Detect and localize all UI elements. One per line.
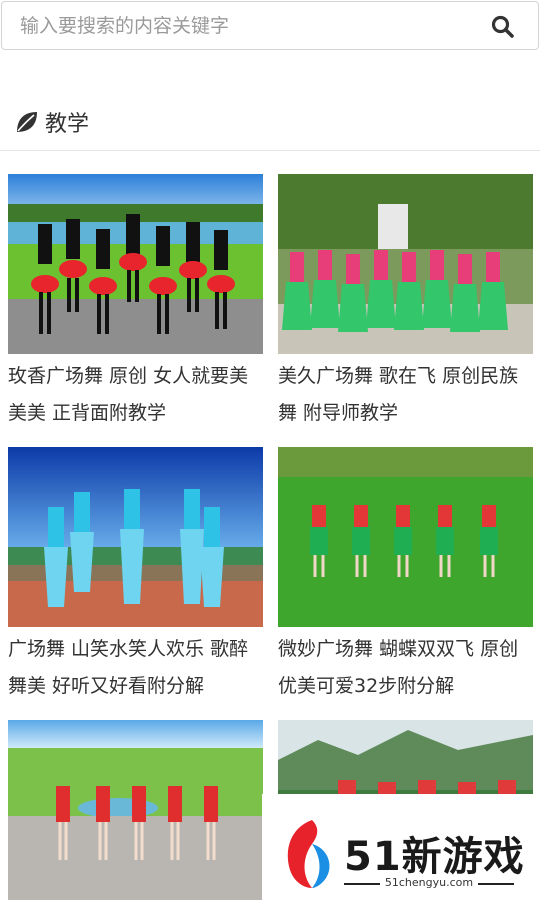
video-thumbnail[interactable] bbox=[8, 720, 263, 900]
section-header: 教学 bbox=[0, 100, 540, 151]
search-bar bbox=[1, 1, 539, 50]
video-card[interactable]: 玫香广场舞 原创 女人就要美美美 正背面附教学 bbox=[8, 174, 263, 432]
video-thumbnail[interactable] bbox=[278, 174, 533, 354]
video-card[interactable]: 广场舞 山笑水笑人欢乐 歌醉舞美 好听又好看附分解 bbox=[8, 447, 263, 705]
video-card[interactable] bbox=[8, 720, 263, 904]
watermark-brand: 51新游戏 bbox=[344, 834, 525, 880]
video-card[interactable]: 美久广场舞 歌在飞 原创民族舞 附导师教学 bbox=[278, 174, 533, 432]
search-input[interactable] bbox=[20, 2, 460, 49]
section-title: 教学 bbox=[45, 112, 90, 137]
leaf-icon bbox=[17, 112, 37, 132]
search-icon[interactable] bbox=[490, 14, 516, 40]
watermark: 51新游戏 51chengyu.com bbox=[262, 794, 540, 914]
brand-logo-icon bbox=[287, 820, 330, 888]
video-title[interactable]: 微妙广场舞 蝴蝶双双飞 原创优美可爱32步附分解 bbox=[278, 631, 533, 705]
video-title[interactable]: 广场舞 山笑水笑人欢乐 歌醉舞美 好听又好看附分解 bbox=[8, 631, 263, 705]
video-thumbnail[interactable] bbox=[8, 174, 263, 354]
watermark-divider bbox=[478, 883, 514, 885]
video-title[interactable]: 玫香广场舞 原创 女人就要美美美 正背面附教学 bbox=[8, 358, 263, 432]
video-card[interactable]: 微妙广场舞 蝴蝶双双飞 原创优美可爱32步附分解 bbox=[278, 447, 533, 705]
video-title[interactable]: 美久广场舞 歌在飞 原创民族舞 附导师教学 bbox=[278, 358, 533, 432]
video-thumbnail[interactable] bbox=[278, 447, 533, 627]
video-thumbnail[interactable] bbox=[8, 447, 263, 627]
